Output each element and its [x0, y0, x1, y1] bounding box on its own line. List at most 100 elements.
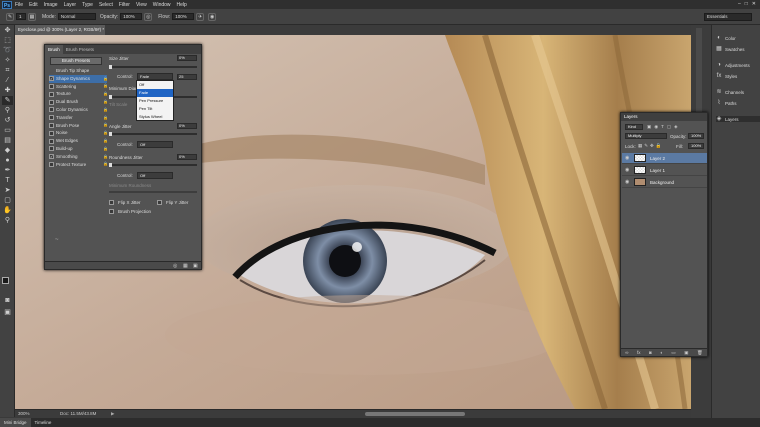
- new-preset-icon[interactable]: ▣: [193, 263, 198, 269]
- horizontal-scrollbar-thumb[interactable]: [365, 412, 465, 416]
- brush-setting-row[interactable]: Protect Texture 🔒: [49, 161, 108, 169]
- menu-filter[interactable]: Filter: [119, 2, 130, 8]
- workspace-select[interactable]: Essentials: [704, 13, 752, 21]
- flip-x-checkbox[interactable]: [109, 200, 114, 205]
- flip-y-jitter-option[interactable]: Flip Y Jitter: [157, 200, 188, 205]
- menu-window[interactable]: Window: [153, 2, 171, 8]
- lock-icon[interactable]: 🔒: [103, 131, 108, 135]
- tab-brush-presets[interactable]: Brush Presets: [63, 45, 97, 54]
- lock-icon[interactable]: 🔒: [103, 76, 108, 81]
- link-layers-icon[interactable]: ∞: [625, 350, 628, 355]
- document-tab[interactable]: Eyeclose.psd @ 300% (Layer 2, RGB/8#) *: [15, 25, 105, 35]
- menu-edit[interactable]: Edit: [29, 2, 38, 8]
- dodge-tool-icon[interactable]: ●: [2, 156, 13, 165]
- roundness-jitter-field[interactable]: 0%: [177, 154, 197, 160]
- menu-image[interactable]: Image: [44, 2, 58, 8]
- menu-view[interactable]: View: [136, 2, 147, 8]
- lock-icon[interactable]: 🔒: [103, 139, 108, 143]
- lock-icon[interactable]: 🔒: [103, 100, 108, 104]
- layer-opacity-field[interactable]: 100%: [688, 133, 704, 139]
- layer-filter-icons[interactable]: ▣◉T▢◈: [647, 124, 681, 130]
- layer-row[interactable]: ◉ Layer 1: [622, 165, 707, 176]
- lock-icon[interactable]: 🔒: [103, 92, 108, 96]
- dock-swatches[interactable]: ▦ Swatches: [716, 46, 744, 52]
- minimize-button[interactable]: –: [738, 1, 741, 7]
- foreground-color-swatch[interactable]: [2, 277, 9, 284]
- brush-setting-row[interactable]: Transfer 🔒: [49, 114, 108, 122]
- roundness-jitter-slider[interactable]: [109, 163, 197, 167]
- minimum-roundness-slider[interactable]: [109, 191, 197, 193]
- fade-steps-field[interactable]: 25: [177, 74, 197, 80]
- lock-icons[interactable]: ▦✎✥🔒: [638, 143, 663, 149]
- brush-tool-preset-icon[interactable]: ✎: [6, 12, 14, 21]
- opacity-field[interactable]: 100%: [120, 13, 143, 20]
- add-mask-icon[interactable]: ◙: [649, 350, 652, 355]
- quick-select-tool-icon[interactable]: ✧: [2, 56, 13, 65]
- delete-layer-icon[interactable]: 🗑: [697, 350, 703, 356]
- menu-type[interactable]: Type: [82, 2, 93, 8]
- gradient-tool-icon[interactable]: ▤: [2, 136, 13, 145]
- dock-layers[interactable]: ◈ Layers: [716, 116, 760, 122]
- move-tool-icon[interactable]: ✥: [2, 26, 13, 35]
- shape-tool-icon[interactable]: ▢: [2, 196, 13, 205]
- flip-y-checkbox[interactable]: [157, 200, 162, 205]
- eraser-tool-icon[interactable]: ▭: [2, 126, 13, 135]
- lasso-tool-icon[interactable]: ➰: [2, 46, 13, 55]
- lock-icon[interactable]: 🔒: [103, 154, 108, 159]
- history-brush-tool-icon[interactable]: ↺: [2, 116, 13, 125]
- dock-paths[interactable]: ⌇ Paths: [716, 100, 737, 106]
- brush-setting-row[interactable]: Color Dynamics 🔒: [49, 106, 108, 114]
- maximize-button[interactable]: □: [745, 1, 748, 7]
- brush-setting-checkbox[interactable]: [49, 161, 54, 167]
- brush-setting-checkbox[interactable]: [49, 122, 54, 128]
- control3-select[interactable]: Off: [137, 172, 173, 179]
- control2-select[interactable]: Off: [137, 141, 173, 148]
- brush-setting-checkbox[interactable]: [49, 99, 54, 105]
- dock-adjustments[interactable]: ◑ Adjustments: [716, 62, 750, 68]
- path-select-tool-icon[interactable]: ➤: [2, 186, 13, 195]
- pressure-size-icon[interactable]: ◉: [208, 12, 217, 21]
- brush-panel-toggle-icon[interactable]: ▦: [28, 12, 36, 21]
- blend-mode-select[interactable]: Multiply: [625, 133, 667, 139]
- lock-icon[interactable]: 🔒: [103, 107, 108, 112]
- brush-projection-checkbox[interactable]: [109, 209, 114, 214]
- menu-help[interactable]: Help: [177, 2, 187, 8]
- menu-layer[interactable]: Layer: [64, 2, 77, 8]
- airbrush-icon[interactable]: ✈: [196, 12, 205, 21]
- dock-color[interactable]: ◐ Color: [716, 35, 736, 41]
- dropdown-option[interactable]: Fade: [137, 89, 173, 97]
- dropdown-option[interactable]: Pen Tilt: [137, 105, 173, 113]
- angle-jitter-slider[interactable]: [109, 132, 197, 136]
- eyedropper-tool-icon[interactable]: ⁄: [2, 76, 13, 85]
- brush-setting-checkbox[interactable]: [49, 115, 54, 121]
- brush-presets-button[interactable]: Brush Presets: [50, 57, 102, 65]
- adjustment-layer-icon[interactable]: ◐: [660, 350, 663, 355]
- hand-tool-icon[interactable]: ✋: [2, 206, 13, 215]
- brush-tool-icon[interactable]: ✎: [2, 96, 13, 105]
- healing-tool-icon[interactable]: ✚: [2, 86, 13, 95]
- type-tool-icon[interactable]: T: [2, 176, 13, 185]
- status-menu-arrow-icon[interactable]: ▶: [111, 410, 114, 418]
- lock-icon[interactable]: 🔒: [103, 84, 108, 88]
- visibility-eye-icon[interactable]: ◉: [625, 155, 631, 161]
- pen-tool-icon[interactable]: ✒: [2, 166, 13, 175]
- blur-tool-icon[interactable]: ◆: [2, 146, 13, 155]
- brush-setting-checkbox[interactable]: [49, 83, 54, 89]
- mode-select[interactable]: Normal: [57, 13, 96, 20]
- flip-x-jitter-option[interactable]: Flip X Jitter: [109, 200, 141, 205]
- grid-view-icon[interactable]: ▦: [183, 263, 188, 269]
- brush-setting-row[interactable]: Noise 🔒: [49, 129, 108, 137]
- tab-timeline[interactable]: Timeline: [31, 418, 56, 427]
- dropdown-option[interactable]: Stylus Wheel: [137, 113, 173, 121]
- layer-style-icon[interactable]: fx: [637, 350, 641, 355]
- layers-panel-title[interactable]: Layers: [621, 113, 707, 121]
- zoom-tool-icon[interactable]: ⚲: [2, 216, 13, 225]
- tab-mini-bridge[interactable]: Mini Bridge: [0, 418, 31, 427]
- tab-brush[interactable]: Brush: [45, 45, 63, 54]
- brush-setting-checkbox[interactable]: ✓: [49, 154, 54, 160]
- flow-field[interactable]: 100%: [172, 13, 195, 20]
- brush-setting-checkbox[interactable]: [49, 91, 54, 97]
- dock-channels[interactable]: ≋ Channels: [716, 89, 744, 95]
- brush-setting-checkbox[interactable]: ✓: [49, 76, 54, 82]
- quick-mask-icon[interactable]: ◙: [2, 296, 13, 305]
